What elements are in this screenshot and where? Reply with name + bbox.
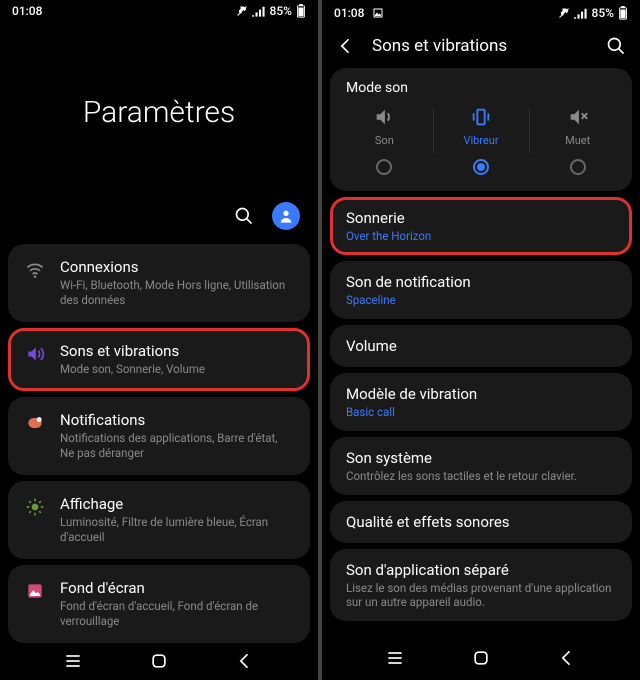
radio [570,159,586,175]
item-sub: Mode son, Sonnerie, Volume [60,362,294,377]
mode-title: Mode son [330,80,632,106]
item-title: Notifications [60,411,294,429]
sound-settings-list: Sonnerie Over the Horizon Son de notific… [322,197,640,636]
wallpaper-icon [24,579,46,601]
search-button[interactable] [234,206,254,226]
sound-mode-card: Mode son Son Vibreur Muet [330,68,632,191]
item-sub: Wi-Fi, Bluetooth, Mode Hors ligne, Utili… [60,278,294,308]
item-title: Son système [346,449,616,467]
item-modele-vibration[interactable]: Modèle de vibration Basic call [330,373,632,431]
signal-icon [252,5,266,17]
settings-item-connexions[interactable]: Connexions Wi-Fi, Bluetooth, Mode Hors l… [8,244,310,322]
nav-back[interactable] [557,648,577,668]
page-title: Paramètres [0,22,318,202]
item-sub: Luminosité, Filtre de lumière bleue, Écr… [60,515,294,545]
appbar-title: Sons et vibrations [372,36,590,56]
status-time: 01:08 [334,6,364,20]
nav-recents[interactable] [63,651,83,671]
settings-item-fond-ecran[interactable]: Fond d'écran Fond d'écran d'accueil, Fon… [8,565,310,643]
mode-label: Vibreur [463,134,498,147]
back-button[interactable] [336,36,356,56]
mode-label: Muet [565,134,590,147]
item-title: Son d'application séparé [346,561,616,579]
profile-button[interactable] [272,202,300,230]
item-title: Modèle de vibration [346,385,616,403]
item-title: Volume [346,337,616,355]
nav-recents[interactable] [385,648,405,668]
search-button[interactable] [606,36,626,56]
wifi-icon [24,258,46,280]
search-icon [606,36,626,56]
signal-icon [574,7,588,19]
phone-left: 01:08 85% Paramètres [0,0,318,680]
settings-item-notifications[interactable]: Notifications Notifications des applicat… [8,397,310,475]
battery-text: 85% [592,6,614,20]
item-sub: Fond d'écran d'accueil, Fond d'écran de … [60,599,294,629]
battery-icon [618,6,628,20]
chevron-left-icon [336,36,356,56]
speaker-icon [24,342,46,364]
mode-option-son[interactable]: Son [336,106,433,175]
radio [376,159,392,175]
notification-icon [24,411,46,433]
sound-icon [373,106,395,128]
item-son-systeme[interactable]: Son système Contrôlez les sons tactiles … [330,437,632,495]
status-bar: 01:08 85% [322,0,640,26]
vibrate-status-icon [558,7,570,19]
item-title: Fond d'écran [60,579,294,597]
app-bar: Sons et vibrations [322,26,640,68]
settings-item-affichage[interactable]: Affichage Luminosité, Filtre de lumière … [8,481,310,559]
item-sub: Basic call [346,405,616,419]
item-title: Sons et vibrations [60,342,294,360]
battery-icon [296,4,306,18]
mode-label: Son [375,134,394,147]
mode-option-vibreur[interactable]: Vibreur [433,106,530,175]
item-volume[interactable]: Volume [330,325,632,367]
item-sub: Contrôlez les sons tactiles et le retour… [346,469,616,483]
person-icon [278,208,294,224]
status-bar: 01:08 85% [0,0,318,22]
nav-back[interactable] [235,651,255,671]
nav-home[interactable] [149,651,169,671]
item-title: Qualité et effets sonores [346,513,616,531]
item-title: Affichage [60,495,294,513]
settings-list: Connexions Wi-Fi, Bluetooth, Mode Hors l… [0,244,318,642]
phone-right: 01:08 85% Sons et vibrations Mode son So… [322,0,640,680]
item-sub: Notifications des applications, Barre d'… [60,431,294,461]
brightness-icon [24,495,46,517]
radio-active [473,159,489,175]
item-title: Sonnerie [346,209,616,227]
vibrate-status-icon [236,5,248,17]
item-sonnerie[interactable]: Sonnerie Over the Horizon [330,197,632,255]
nav-home[interactable] [471,648,491,668]
mute-icon [567,106,589,128]
vibrate-icon [470,106,492,128]
battery-text: 85% [270,4,292,18]
item-title: Son de notification [346,273,616,291]
mode-option-muet[interactable]: Muet [529,106,626,175]
item-son-application[interactable]: Son d'application séparé Lisez le son de… [330,549,632,621]
nav-bar [322,636,640,680]
settings-item-sons[interactable]: Sons et vibrations Mode son, Sonnerie, V… [8,328,310,391]
item-sub: Spaceline [346,293,616,307]
nav-bar [0,643,318,680]
item-title: Connexions [60,258,294,276]
item-sub: Lisez le son des médias provenant d'une … [346,581,616,609]
status-time: 01:08 [12,4,42,18]
screenshot-icon [372,7,384,19]
item-son-notification[interactable]: Son de notification Spaceline [330,261,632,319]
item-sub: Over the Horizon [346,229,616,243]
item-qualite-effets[interactable]: Qualité et effets sonores [330,501,632,543]
search-icon [234,206,254,226]
